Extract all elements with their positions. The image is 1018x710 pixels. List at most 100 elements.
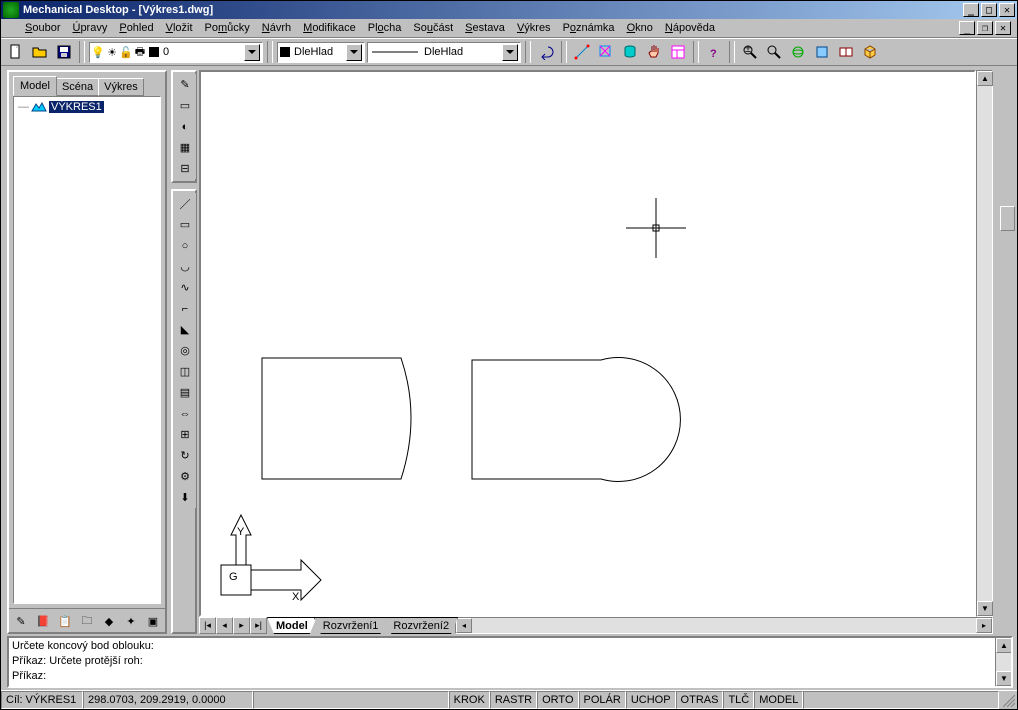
- next-sheet-button[interactable]: ▸: [233, 617, 250, 634]
- catalog-dwg-button[interactable]: ◆: [99, 611, 119, 631]
- menu-upravy[interactable]: Úpravy: [66, 20, 113, 36]
- prev-sheet-button[interactable]: ◂: [216, 617, 233, 634]
- dropdown-arrow-icon[interactable]: [502, 44, 518, 61]
- mdi-minimize-button[interactable]: _: [959, 21, 975, 35]
- menu-poznamka[interactable]: Poznámka: [557, 20, 621, 36]
- fillet-button[interactable]: ⌐: [174, 298, 196, 319]
- menu-napoveda[interactable]: Nápověda: [659, 20, 721, 36]
- toggle-krok[interactable]: KROK: [449, 691, 490, 709]
- catalog-clipboard-button[interactable]: 📋: [55, 611, 75, 631]
- tab-vykres[interactable]: Výkres: [98, 78, 144, 96]
- assembly-button[interactable]: ⚙: [174, 466, 196, 487]
- line-button[interactable]: ／: [174, 193, 196, 214]
- catalog-cube-button[interactable]: ▣: [143, 611, 163, 631]
- close-button[interactable]: ✕: [999, 3, 1015, 17]
- rib-button[interactable]: ▤: [174, 382, 196, 403]
- hole-button[interactable]: ◎: [174, 340, 196, 361]
- save-button[interactable]: [53, 41, 75, 63]
- orbit-button[interactable]: [787, 41, 809, 63]
- menu-soubor[interactable]: Soubor: [19, 20, 66, 36]
- first-sheet-button[interactable]: |◂: [199, 617, 216, 634]
- dropdown-arrow-icon[interactable]: [346, 44, 362, 61]
- toggle-orto[interactable]: ORTO: [537, 691, 578, 709]
- drawing-canvas[interactable]: Y G X: [199, 70, 976, 617]
- canvas-hscrollbar[interactable]: ◂ ▸: [455, 617, 993, 634]
- menu-sestava[interactable]: Sestava: [459, 20, 511, 36]
- layer-combo[interactable]: 💡 ☀ 🔓 🖶 0: [89, 42, 263, 63]
- menu-okno[interactable]: Okno: [621, 20, 659, 36]
- help-button[interactable]: ?: [703, 41, 725, 63]
- sketch-button[interactable]: ✎: [174, 74, 196, 95]
- database-button[interactable]: [619, 41, 641, 63]
- tab-model[interactable]: Model: [13, 76, 57, 96]
- circle-button[interactable]: ○: [174, 235, 196, 256]
- menu-soucast[interactable]: Součást: [407, 20, 459, 36]
- toggle-rastr[interactable]: RASTR: [490, 691, 537, 709]
- scroll-right-icon[interactable]: ▸: [976, 618, 992, 633]
- toggle-model[interactable]: MODEL: [754, 691, 803, 709]
- scroll-up-icon[interactable]: ▲: [977, 71, 993, 86]
- area-button[interactable]: [595, 41, 617, 63]
- dropdown-arrow-icon[interactable]: [244, 44, 260, 61]
- menu-modifikace[interactable]: Modifikace: [297, 20, 362, 36]
- menu-navrh[interactable]: Návrh: [256, 20, 297, 36]
- command-window[interactable]: Určete koncový bod oblouku: Příkaz: Urče…: [7, 636, 1013, 688]
- sheet-tab-model[interactable]: Model: [267, 617, 317, 634]
- toggle-button[interactable]: ⊟: [174, 158, 196, 179]
- menu-vlozit[interactable]: Vložit: [160, 20, 199, 36]
- menu-pomucky[interactable]: Pomůcky: [199, 20, 256, 36]
- canvas-vscrollbar[interactable]: ▲ ▼: [976, 70, 993, 617]
- toggle-otras[interactable]: OTRAS: [676, 691, 724, 709]
- catalog-pencil-button[interactable]: ✎: [11, 611, 31, 631]
- mirror-button[interactable]: ⇔: [174, 403, 196, 424]
- maximize-button[interactable]: □: [981, 3, 997, 17]
- mdi-restore-button[interactable]: ❐: [977, 21, 993, 35]
- menu-pohled[interactable]: Pohled: [113, 20, 159, 36]
- catalog-folder-button[interactable]: 🗀: [77, 611, 97, 631]
- open-button[interactable]: [29, 41, 51, 63]
- catalog-book-button[interactable]: 📕: [33, 611, 53, 631]
- update-button[interactable]: ↻: [174, 445, 196, 466]
- pan-button[interactable]: [643, 41, 665, 63]
- tab-scena[interactable]: Scéna: [56, 78, 99, 96]
- sheet-tab-layout1[interactable]: Rozvržení1: [314, 617, 388, 634]
- zoom-window-button[interactable]: [763, 41, 785, 63]
- last-sheet-button[interactable]: ▸|: [250, 617, 267, 634]
- toggle-tlc[interactable]: TLČ: [723, 691, 754, 709]
- scroll-left-icon[interactable]: ◂: [456, 618, 472, 633]
- toggle-polar[interactable]: POLÁR: [579, 691, 626, 709]
- chamfer-button[interactable]: ◣: [174, 319, 196, 340]
- style-combo[interactable]: DleHlad: [277, 42, 365, 63]
- menu-vykres[interactable]: Výkres: [511, 20, 557, 36]
- properties-button[interactable]: [667, 41, 689, 63]
- extrude-button[interactable]: ▭: [174, 95, 196, 116]
- linetype-combo[interactable]: DleHlad: [367, 42, 521, 63]
- shell-button[interactable]: ◫: [174, 361, 196, 382]
- scroll-down-icon[interactable]: ▼: [977, 601, 993, 616]
- revolve-button[interactable]: ◐: [174, 116, 196, 137]
- menu-plocha[interactable]: Plocha: [362, 20, 408, 36]
- view-front-button[interactable]: [811, 41, 833, 63]
- resize-grip[interactable]: [999, 691, 1017, 709]
- rect-button[interactable]: ▭: [174, 214, 196, 235]
- toolbar-grip[interactable]: [1000, 206, 1015, 231]
- pattern-button[interactable]: ⊞: [174, 424, 196, 445]
- browser-tree[interactable]: — VÝKRES1: [13, 96, 161, 604]
- tree-root-item[interactable]: — VÝKRES1: [18, 101, 156, 113]
- named-views-button[interactable]: [835, 41, 857, 63]
- toggle-uchop[interactable]: UCHOP: [626, 691, 676, 709]
- arc-button[interactable]: ◡: [174, 256, 196, 277]
- feature-button[interactable]: ▦: [174, 137, 196, 158]
- minimize-button[interactable]: _: [963, 3, 979, 17]
- undo-button[interactable]: [535, 41, 557, 63]
- catalog-star-button[interactable]: ✦: [121, 611, 141, 631]
- zoom-realtime-button[interactable]: ±: [739, 41, 761, 63]
- cmd-scroll-up-icon[interactable]: ▲: [996, 638, 1012, 653]
- mdi-close-button[interactable]: ✕: [995, 21, 1011, 35]
- spline-button[interactable]: ∿: [174, 277, 196, 298]
- view-iso-button[interactable]: [859, 41, 881, 63]
- cmd-scroll-down-icon[interactable]: ▼: [996, 671, 1012, 686]
- sheet-tab-layout2[interactable]: Rozvržení2: [384, 617, 458, 634]
- place-button[interactable]: ⬇: [174, 487, 196, 508]
- distance-button[interactable]: [571, 41, 593, 63]
